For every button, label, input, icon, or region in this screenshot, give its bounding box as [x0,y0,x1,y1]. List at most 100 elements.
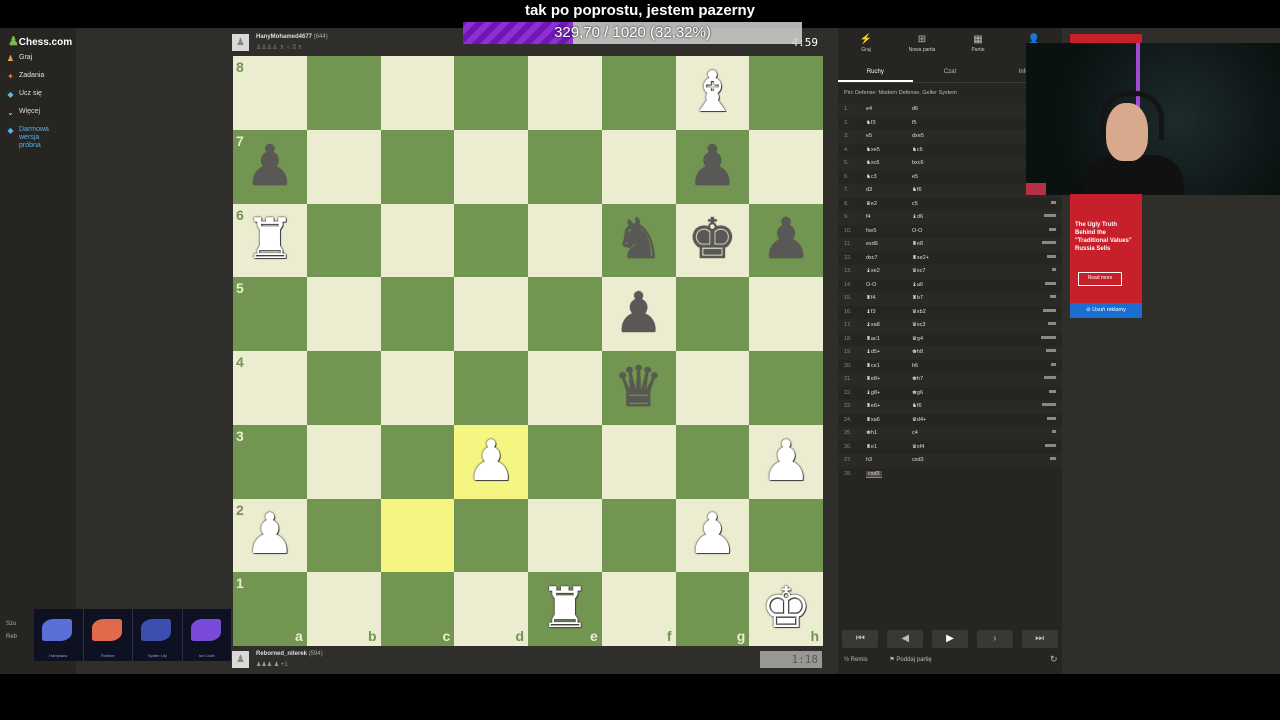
square-e4[interactable] [528,351,602,425]
square-a2[interactable]: ♟ 2 [233,498,307,573]
square-d2[interactable] [454,498,528,573]
white-move[interactable]: cxd3 [866,470,882,478]
white-pawn-piece[interactable]: ♟ [466,433,516,490]
sidebar-user[interactable]: Reb [6,631,17,644]
square-b3[interactable] [306,424,381,499]
square-g7[interactable]: ♟ [675,129,750,204]
white-move[interactable]: ♞c3 [866,174,877,180]
square-e3[interactable] [528,424,602,499]
square-c5[interactable] [380,277,455,351]
chesscom-logo[interactable]: ♟Chess.com [8,34,72,48]
black-move[interactable]: e5 [912,174,918,180]
sidebar-item-play[interactable]: ♟ Graj [0,54,76,72]
white-move[interactable]: ♞xc6 [866,160,880,166]
draw-button[interactable]: ½ Remis [844,657,878,663]
square-a3[interactable]: 3 [233,424,307,499]
square-a7[interactable]: ♟ 7 [233,129,307,204]
ad-banner[interactable]: The Ugly Truth Behind the "Traditional V… [1070,194,1142,318]
black-move[interactable]: h6 [912,363,918,369]
play-button[interactable]: ▶ [931,630,968,648]
square-d1[interactable]: d [454,572,528,646]
white-move[interactable]: e5 [866,133,872,139]
first-move-button[interactable]: ⏮ [842,630,879,648]
black-move[interactable]: ♜e8 [912,241,923,247]
square-f3[interactable] [601,424,676,499]
subtab-moves[interactable]: Ruchy [838,64,913,82]
square-d4[interactable] [454,351,528,425]
square-d6[interactable] [454,203,528,278]
black-move[interactable]: ♞c6 [912,147,923,153]
black-move[interactable]: d6 [912,106,918,112]
white-move[interactable]: f4 [866,214,871,220]
square-b5[interactable] [306,277,381,351]
white-move[interactable]: ♜e1 [866,444,877,450]
square-b1[interactable]: b [306,572,381,646]
white-move[interactable]: ♜ac1 [866,336,880,342]
square-g6[interactable]: ♚ [675,203,750,278]
white-move[interactable]: dxc7 [866,255,878,261]
white-pawn-piece[interactable]: ♟ [245,507,295,563]
black-move[interactable]: c4 [912,430,918,436]
square-a8[interactable]: 8 [233,56,307,130]
white-move[interactable]: ♝f3 [866,309,876,315]
square-d7[interactable] [454,129,528,204]
square-h6[interactable]: ♟ [749,203,823,278]
white-move[interactable]: exd6 [866,241,878,247]
square-h1[interactable]: ♚ h [749,572,823,646]
square-c7[interactable] [380,129,455,204]
white-move[interactable]: O-O [866,282,876,288]
square-d8[interactable] [454,56,528,130]
tab-new-game[interactable]: ⊞ Nowa partia [894,34,950,62]
white-move[interactable]: e4 [866,106,872,112]
white-move[interactable]: ♝d5+ [866,349,880,355]
white-king-piece[interactable]: ♚ [761,581,811,637]
square-f7[interactable] [601,129,676,204]
black-move[interactable]: bxc6 [912,160,924,166]
black-move[interactable]: ♞f6 [912,403,922,409]
square-b7[interactable] [306,129,381,204]
black-move[interactable]: ♝a6 [912,282,923,288]
sidebar-item-puzzles[interactable]: ✦ Zadania [0,72,76,90]
refresh-icon[interactable]: ↻ [1050,654,1058,665]
square-a4[interactable]: 4 [233,351,307,425]
white-move[interactable]: ♜ce1 [866,363,880,369]
square-e7[interactable] [528,129,602,204]
black-knight-piece[interactable]: ♞ [614,212,664,268]
avatar[interactable]: ♟ [232,651,249,668]
square-b8[interactable] [306,56,381,130]
square-a1[interactable]: 1a [233,572,307,646]
opening-name[interactable]: Pirc Defense: Modern Defense, Geller Sys… [844,90,957,96]
square-d5[interactable] [454,277,528,351]
square-h5[interactable] [749,277,823,351]
white-move[interactable]: ♞f3 [866,120,876,126]
resign-button[interactable]: ⚑ Poddaj partię [889,657,941,663]
sidebar-item-free-trial[interactable]: ◆ Darmowa wersja próbna [0,126,76,156]
square-e1[interactable]: ♜ e [528,572,602,646]
square-h2[interactable] [749,498,823,573]
chess-board[interactable]: 8 ♝ ♟ 7 ♟ ♜ 6 ♞ ♚ ♟ 5 ♟ 4 ♛ 3 ♟ ♟ ♟ 2 ♟ 1 a b c d ♜ e f g ♚ h [233,56,823,646]
black-move[interactable]: ♛g4 [912,336,923,342]
black-move[interactable]: ♛xc3 [912,322,926,328]
square-f6[interactable]: ♞ [601,203,676,278]
square-f4[interactable]: ♛ [601,351,676,425]
black-move[interactable]: ♛d4+ [912,417,926,423]
black-move[interactable]: ♛xf4 [912,444,924,450]
ad-read-more-button[interactable]: Read more [1078,272,1122,286]
square-f8[interactable] [601,56,676,130]
square-h7[interactable] [749,129,823,204]
white-rook-piece[interactable]: ♜ [540,581,590,637]
square-e2[interactable] [528,498,602,573]
white-pawn-piece[interactable]: ♟ [687,507,737,563]
tab-play[interactable]: ⚡ Graj [838,34,894,62]
square-g5[interactable] [675,277,750,351]
black-pawn-piece[interactable]: ♟ [761,212,811,268]
black-queen-piece[interactable]: ♛ [614,359,664,416]
subtab-chat[interactable]: Czat [913,64,988,82]
sidebar-search[interactable]: Szu [6,618,17,631]
square-g1[interactable]: g [675,572,750,646]
square-e8[interactable] [528,56,602,130]
square-g4[interactable] [675,351,750,425]
square-h8[interactable] [749,56,823,130]
square-h3[interactable]: ♟ [749,424,823,499]
previous-move-button[interactable]: ◀ [887,630,924,648]
